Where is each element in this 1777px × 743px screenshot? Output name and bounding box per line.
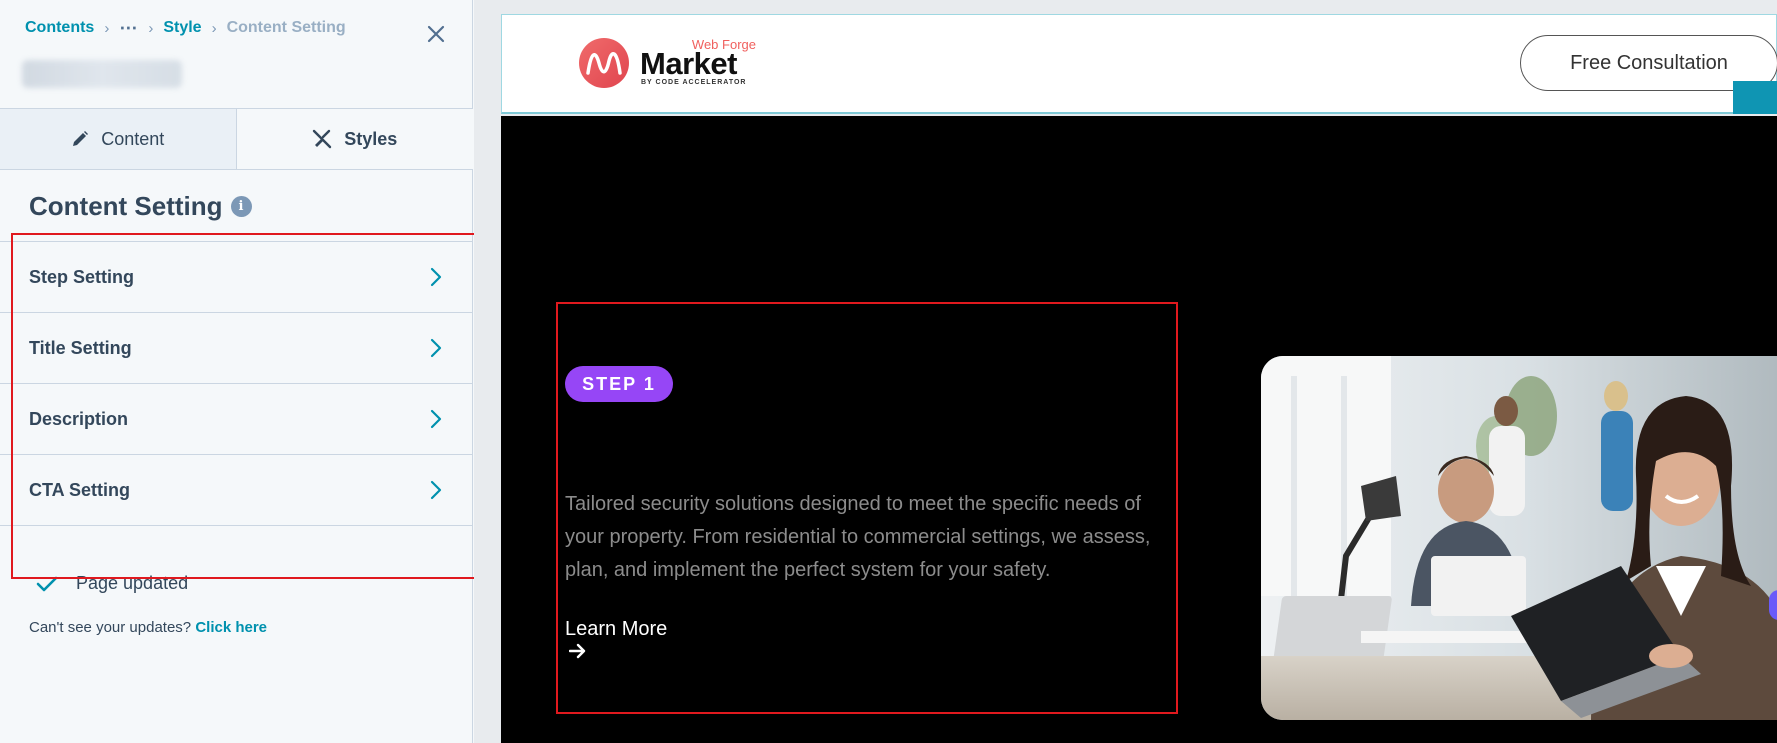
setting-title-label: Title Setting <box>29 337 132 358</box>
logo-wordmark: Web Forge Market BY CODE ACCELERATOR <box>640 37 756 89</box>
chevron-right-icon <box>430 338 442 358</box>
tab-styles-label: Styles <box>344 128 398 149</box>
chevron-right-icon: › <box>211 19 217 37</box>
settings-list: Step Setting Title Setting Description C… <box>0 241 473 526</box>
blurred-module-name <box>22 60 182 88</box>
pencil-icon <box>73 131 89 146</box>
site-header: Web Forge Market BY CODE ACCELERATOR Fre… <box>501 14 1777 114</box>
breadcrumb: Contents › ⋯ › Style › Content Setting <box>25 19 346 37</box>
setting-description[interactable]: Description <box>0 384 473 455</box>
site-logo[interactable]: Web Forge Market BY CODE ACCELERATOR <box>578 37 756 89</box>
editor-tabs: Content Styles <box>0 108 473 170</box>
hero-section: STEP 1 Tailored security solutions desig… <box>501 116 1777 743</box>
click-here-link[interactable]: Click here <box>195 619 267 636</box>
setting-cta-label: CTA Setting <box>29 479 130 500</box>
tab-content[interactable]: Content <box>0 109 237 169</box>
page-updated-status: Page updated <box>36 573 188 594</box>
page-updated-text: Page updated <box>76 573 189 593</box>
checkmark-icon <box>36 576 58 591</box>
setting-description-label: Description <box>29 408 129 429</box>
tab-styles[interactable]: Styles <box>236 109 473 169</box>
hero-description: Tailored security solutions designed to … <box>565 493 1151 581</box>
chevron-right-icon: › <box>148 19 154 37</box>
step-badge: STEP 1 <box>565 366 673 402</box>
logo-by-text: BY CODE ACCELERATOR <box>641 79 747 86</box>
editor-panel: Contents › ⋯ › Style › Content Setting C… <box>0 0 473 743</box>
side-tab-handle[interactable] <box>1733 81 1777 114</box>
chevron-right-icon <box>430 267 442 287</box>
section-title: Content Setting i <box>29 191 252 222</box>
cant-see-text: Can't see your updates? <box>29 619 192 636</box>
cant-see-updates: Can't see your updates? Click here <box>29 619 267 636</box>
breadcrumb-style[interactable]: Style <box>163 19 201 37</box>
close-button[interactable] <box>424 22 448 46</box>
learn-more-link[interactable]: Learn More <box>565 618 667 659</box>
setting-cta[interactable]: CTA Setting <box>0 455 473 526</box>
setting-title[interactable]: Title Setting <box>0 313 473 384</box>
breadcrumb-contents[interactable]: Contents <box>25 19 94 37</box>
tab-content-label: Content <box>101 128 165 149</box>
page-preview: Web Forge Market BY CODE ACCELERATOR Fre… <box>474 0 1777 743</box>
setting-step[interactable]: Step Setting <box>0 242 473 313</box>
info-icon[interactable]: i <box>230 196 252 217</box>
logo-market-text: Market <box>640 46 737 81</box>
section-title-text: Content Setting <box>29 191 223 221</box>
chevron-right-icon: › <box>104 19 110 37</box>
logo-mark-icon <box>579 38 629 88</box>
chevron-right-icon <box>430 409 442 429</box>
arrow-right-icon <box>569 643 586 659</box>
breadcrumb-ellipsis[interactable]: ⋯ <box>119 19 138 37</box>
close-icon <box>427 25 445 43</box>
setting-step-label: Step Setting <box>29 266 135 287</box>
chevron-right-icon <box>430 480 442 500</box>
brush-icon <box>313 129 332 149</box>
learn-more-label: Learn More <box>565 618 668 640</box>
breadcrumb-current: Content Setting <box>226 19 346 36</box>
chat-widget-edge[interactable] <box>1769 590 1777 620</box>
office-photo <box>1261 356 1777 720</box>
